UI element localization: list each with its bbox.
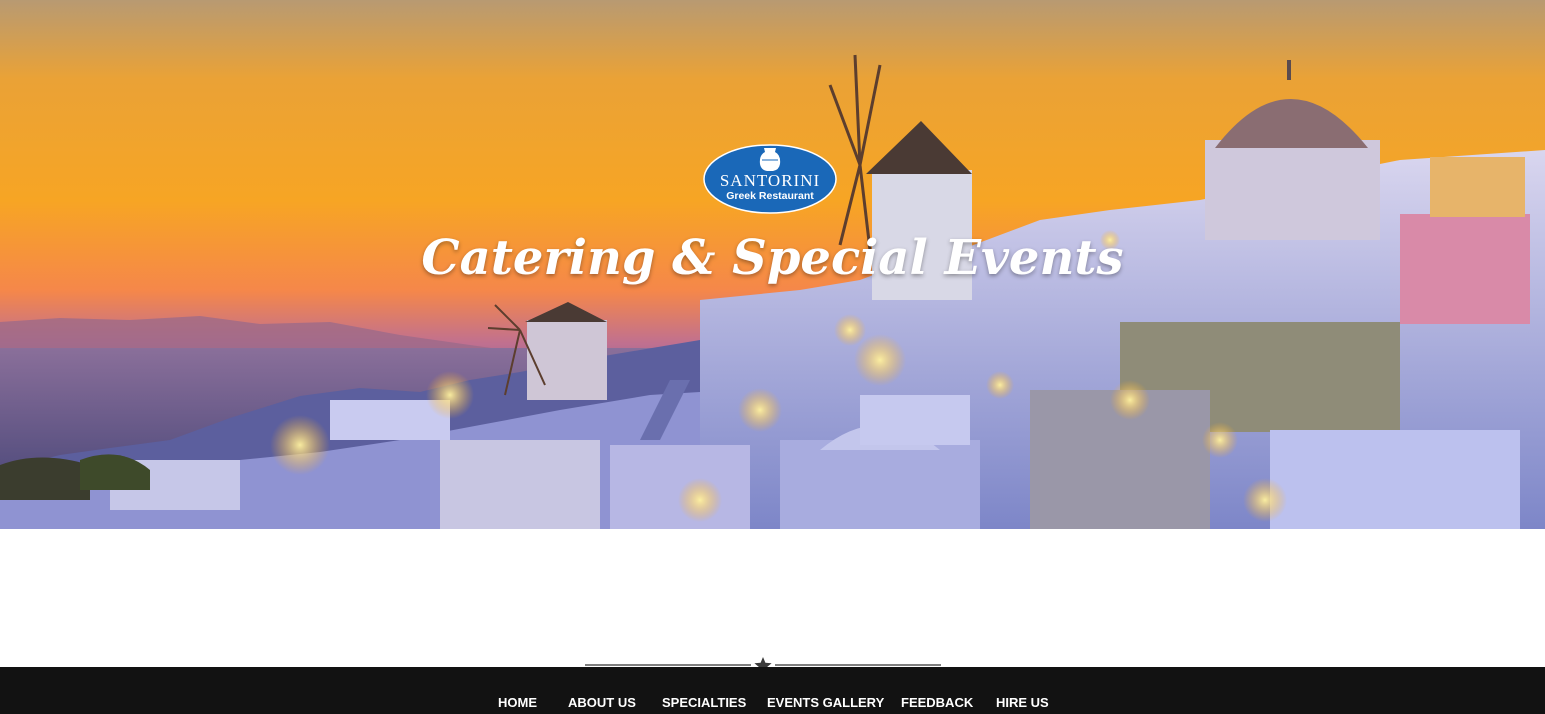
nav-item-about-us[interactable]: ABOUT US [568,695,636,711]
logo-title: SANTORINI [719,171,821,190]
content-spacer [0,529,1545,667]
nav-item-hire-us[interactable]: HIRE US [996,695,1049,711]
page: SANTORINI Greek Restaurant Catering & Sp… [0,0,1545,714]
nav-item-feedback[interactable]: FEEDBACK [901,695,973,711]
logo-subtitle: Greek Restaurant [726,190,814,202]
hero-heading: Catering & Special Events [421,230,1124,286]
main-navigation: HOME ABOUT US SPECIALTIES EVENTS GALLERY… [0,667,1545,714]
nav-item-specialties[interactable]: SPECIALTIES [662,695,746,711]
nav-menu: HOME ABOUT US SPECIALTIES EVENTS GALLERY… [0,695,1545,714]
nav-item-home[interactable]: HOME [498,695,537,711]
restaurant-logo[interactable]: SANTORINI Greek Restaurant [703,144,837,214]
hero-banner: SANTORINI Greek Restaurant Catering & Sp… [0,0,1545,529]
nav-item-events-gallery[interactable]: EVENTS GALLERY [767,695,884,711]
